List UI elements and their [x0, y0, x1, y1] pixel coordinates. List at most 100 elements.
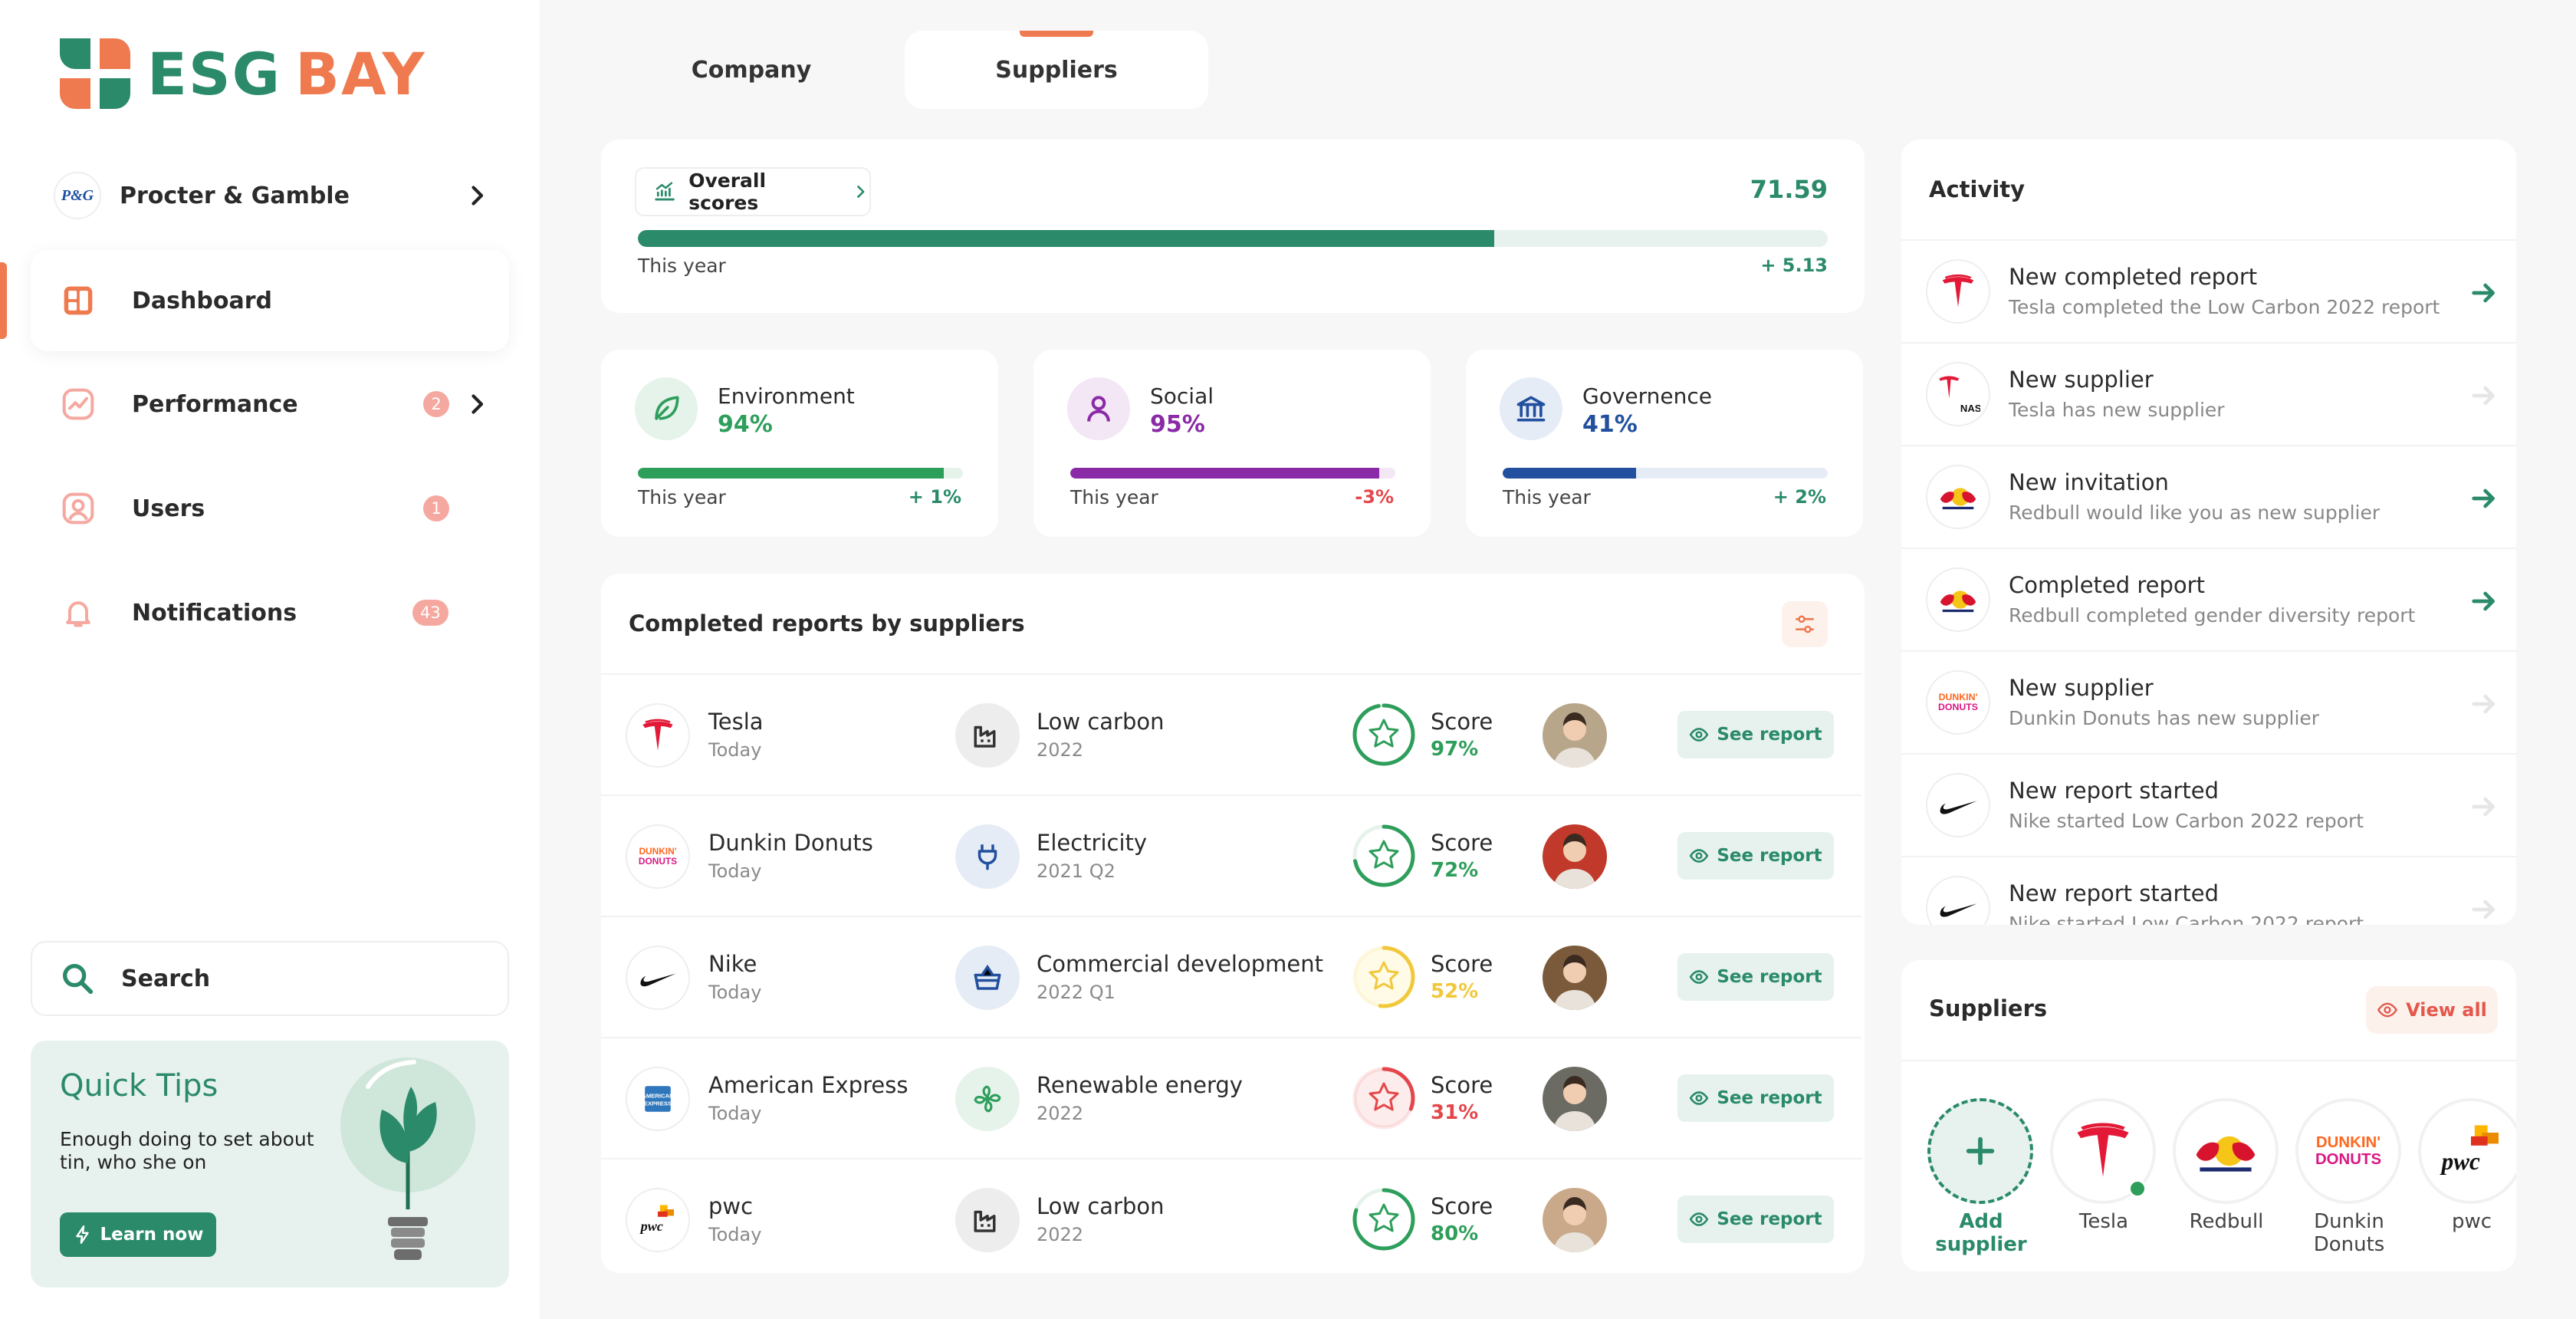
learn-now-button[interactable]: Learn now	[60, 1212, 216, 1257]
company-name: Tesla	[708, 709, 764, 735]
learn-now-label: Learn now	[100, 1225, 204, 1245]
see-report-button[interactable]: See report	[1677, 832, 1834, 880]
overall-progress-bar	[638, 230, 1828, 247]
sidebar-item-performance[interactable]: Performance 2	[31, 354, 509, 455]
avatar[interactable]	[1543, 703, 1607, 768]
score-label: Score	[1431, 830, 1493, 856]
avatar[interactable]	[1543, 824, 1607, 889]
view-all-label: View all	[2406, 999, 2487, 1021]
chevron-right-icon	[472, 186, 484, 206]
metric-card-governence[interactable]: Governence 41% This year + 2%	[1466, 350, 1863, 537]
see-report-label: See report	[1717, 1088, 1822, 1108]
chevron-right-icon	[857, 186, 865, 198]
score-label: Score	[1431, 951, 1493, 977]
company-date: Today	[708, 1103, 762, 1124]
search-input[interactable]: Search	[31, 941, 509, 1016]
overall-scores-button[interactable]: Overall scores	[635, 167, 871, 216]
arrow-right-icon[interactable]	[2469, 278, 2499, 308]
reports-title: Completed reports by suppliers	[629, 610, 1025, 636]
activity-item[interactable]: New invitation Redbull would like you as…	[1901, 445, 2516, 548]
see-report-button[interactable]: See report	[1677, 1074, 1834, 1122]
arrow-right-icon[interactable]	[2469, 791, 2499, 822]
sidebar-item-dashboard[interactable]: Dashboard	[31, 250, 509, 351]
metric-period: This year	[638, 486, 726, 508]
company-logo	[626, 703, 690, 768]
report-row: AMERICAN EXPRESS American Express Today R…	[601, 1037, 1861, 1158]
tab-suppliers[interactable]: Suppliers	[905, 31, 1208, 109]
arrow-right-icon[interactable]	[2469, 586, 2499, 617]
see-report-button[interactable]: See report	[1677, 1196, 1834, 1243]
score-ring	[1352, 1188, 1415, 1251]
activity-logo: NASA	[1926, 362, 1990, 426]
add-supplier-button[interactable]: Add supplier	[1927, 1098, 2035, 1256]
brand-logo[interactable]: ESG BAY	[60, 38, 426, 109]
tab-company[interactable]: Company	[606, 31, 897, 109]
activity-title: New supplier	[2009, 675, 2154, 701]
bank-icon	[1516, 396, 1546, 422]
score-ring	[1352, 1067, 1415, 1130]
activity-desc: Tesla has new supplier	[2009, 399, 2225, 421]
svg-text:pwc: pwc	[639, 1219, 663, 1234]
avatar[interactable]	[1543, 946, 1607, 1010]
report-name: Low carbon	[1037, 1193, 1165, 1219]
sidebar-item-label: Notifications	[132, 599, 297, 627]
avatar[interactable]	[1543, 1067, 1607, 1131]
company-logo: DUNKIN' DONUTS	[626, 824, 690, 889]
filter-button[interactable]	[1782, 601, 1828, 647]
metric-delta: -3%	[1355, 486, 1394, 508]
sidebar-item-notifications[interactable]: Notifications 43	[31, 562, 509, 663]
view-all-button[interactable]: View all	[2366, 986, 2498, 1034]
supplier-item[interactable]: DUNKIN' DONUTS Dunkin Donuts	[2295, 1098, 2403, 1256]
activity-item[interactable]: New report started Nike started Low Carb…	[1901, 856, 2516, 925]
metric-card-environment[interactable]: Environment 94% This year + 1%	[601, 350, 998, 537]
metric-delta: + 1%	[908, 486, 961, 508]
factory-icon	[974, 1210, 996, 1232]
activity-item[interactable]: NASA New supplier Tesla has new supplier	[1901, 342, 2516, 445]
search-label: Search	[121, 965, 211, 992]
activity-title: New completed report	[2009, 264, 2258, 290]
metric-progress-bar	[1503, 468, 1828, 479]
activity-item[interactable]: New completed report Tesla completed the…	[1901, 239, 2516, 342]
supplier-item[interactable]: Redbull	[2173, 1098, 2280, 1233]
eye-icon	[1689, 849, 1709, 863]
metric-progress-fill	[1503, 468, 1636, 479]
metric-icon-wrap	[1067, 377, 1130, 440]
tab-active-indicator	[1020, 31, 1093, 37]
see-report-button[interactable]: See report	[1677, 711, 1834, 758]
arrow-right-icon[interactable]	[2469, 689, 2499, 719]
arrow-right-icon[interactable]	[2469, 380, 2499, 411]
company-selector[interactable]: P&G Procter & Gamble	[31, 145, 509, 246]
activity-title: Activity	[1929, 176, 2026, 202]
supplier-item[interactable]: pwc pwc	[2418, 1098, 2525, 1233]
online-indicator	[2128, 1179, 2147, 1198]
search-icon	[63, 964, 94, 995]
report-row: pwc pwc Today Low carbon 2022 Score 80% …	[601, 1158, 1861, 1273]
pwc-logo: pwc	[2440, 1125, 2499, 1175]
pg-logo: P&G	[54, 172, 101, 219]
users-badge: 1	[423, 495, 449, 521]
activity-item[interactable]: DUNKIN' DONUTS New supplier Dunkin Donuts…	[1901, 650, 2516, 753]
activity-desc: Tesla completed the Low Carbon 2022 repo…	[2009, 296, 2440, 318]
score-ring	[1352, 703, 1415, 766]
activity-desc: Nike started Low Carbon 2022 report	[2009, 810, 2364, 832]
supplier-item[interactable]: Tesla	[2050, 1098, 2157, 1233]
metric-value: 95%	[1150, 411, 1205, 438]
report-name: Low carbon	[1037, 709, 1165, 735]
metric-icon-wrap	[635, 377, 698, 440]
metric-card-social[interactable]: Social 95% This year -3%	[1033, 350, 1431, 537]
activity-item[interactable]: Completed report Redbull completed gende…	[1901, 548, 2516, 650]
activity-item[interactable]: New report started Nike started Low Carb…	[1901, 753, 2516, 856]
quick-tips-text: Enough doing to set about tin, who she o…	[60, 1128, 314, 1173]
arrow-right-icon[interactable]	[2469, 894, 2499, 925]
avatar[interactable]	[1543, 1188, 1607, 1252]
bell-icon	[58, 593, 98, 633]
see-report-button[interactable]: See report	[1677, 953, 1834, 1001]
see-report-label: See report	[1717, 1209, 1822, 1229]
fan-icon	[974, 1085, 1001, 1113]
arrow-right-icon[interactable]	[2469, 483, 2499, 514]
sidebar-item-users[interactable]: Users 1	[31, 458, 509, 559]
sidebar-item-label: Performance	[132, 390, 298, 418]
performance-icon	[58, 384, 98, 424]
activity-logo	[1926, 465, 1990, 529]
svg-text:DUNKIN': DUNKIN'	[1939, 692, 1978, 702]
